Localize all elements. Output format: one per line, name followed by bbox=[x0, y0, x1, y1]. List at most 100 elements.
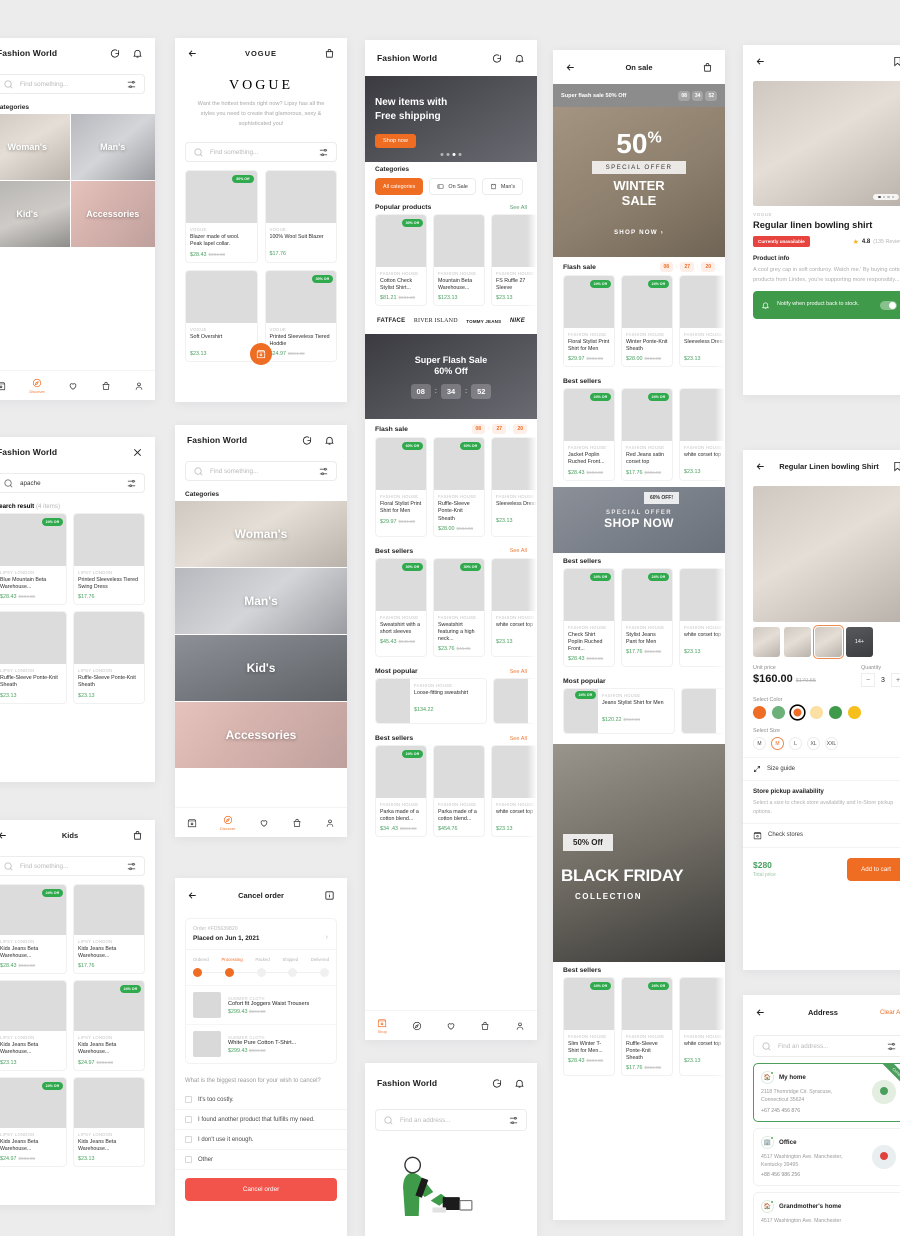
color-swatch[interactable] bbox=[772, 706, 785, 719]
nav-item-bag[interactable] bbox=[101, 381, 111, 391]
product-card[interactable]: 30% Off Fashion House Cotton Check Styli… bbox=[375, 214, 427, 307]
product-card[interactable]: 24% Off Fashion House Slim Winter T- Shi… bbox=[563, 976, 615, 1077]
address-card-current[interactable]: Current 🏠 My home 2118 Thornridge Cir. S… bbox=[753, 1063, 900, 1122]
filter-icon[interactable] bbox=[508, 1115, 519, 1126]
category-tile-kids[interactable]: Kid's bbox=[0, 181, 70, 247]
back-arrow-icon[interactable] bbox=[0, 830, 8, 841]
product-card[interactable]: Lipsy london Printed Sleeveless Tiered S… bbox=[73, 513, 145, 606]
thumbnail-strip[interactable]: 14+ bbox=[743, 622, 900, 662]
filter-icon[interactable] bbox=[886, 1041, 897, 1052]
product-card-wide[interactable]: Fashion House Loose-fitting sweatshirt $… bbox=[375, 678, 487, 725]
product-carousel[interactable]: 24% Off Fashion House Parka made of a co… bbox=[365, 745, 537, 844]
see-all-link[interactable]: See All bbox=[510, 736, 527, 742]
thumbnail[interactable] bbox=[753, 627, 780, 657]
black-friday-banner[interactable]: 50% Off BLACK FRIDAY COLLECTION bbox=[553, 743, 725, 962]
product-hero-image[interactable] bbox=[753, 81, 900, 206]
nav-item-store[interactable] bbox=[0, 381, 6, 391]
product-list-horizontal[interactable]: Fashion House Loose-fitting sweatshirt $… bbox=[365, 678, 537, 731]
increment-button[interactable]: + bbox=[891, 673, 900, 687]
cancel-reason-option[interactable]: I don't use it enough. bbox=[175, 1130, 347, 1150]
product-card[interactable]: 24% Off Fashion House Parka made of a co… bbox=[375, 745, 427, 838]
product-card[interactable]: 30% Off Fashion House Sweatshirt with a … bbox=[375, 557, 427, 658]
product-card[interactable]: 24% Off Fashion House Check Shirt Poplin… bbox=[563, 567, 615, 667]
info-icon[interactable] bbox=[324, 890, 335, 901]
filter-icon[interactable] bbox=[318, 147, 329, 158]
image-dots[interactable] bbox=[873, 193, 899, 200]
category-row-accessories[interactable]: Accessories bbox=[175, 702, 347, 768]
chat-icon[interactable] bbox=[109, 48, 120, 59]
back-arrow-icon[interactable] bbox=[755, 461, 766, 472]
product-card[interactable]: VOGUE Soft Overshirt $23.13 bbox=[185, 269, 258, 362]
product-list-horizontal[interactable]: 24% Off Fashion House Jeans Stylist Shir… bbox=[553, 687, 725, 740]
bell-icon[interactable] bbox=[324, 435, 335, 446]
back-arrow-icon[interactable] bbox=[755, 56, 766, 67]
product-carousel[interactable]: 60% Off Fashion House Floral Stylist Pri… bbox=[365, 437, 537, 543]
bag-icon[interactable] bbox=[132, 830, 143, 841]
search-input[interactable]: Find something... bbox=[0, 856, 145, 876]
product-card[interactable]: VOGUE 100% Wool Suit Blazer $17.76 bbox=[264, 170, 337, 263]
color-swatch[interactable] bbox=[829, 706, 842, 719]
nav-item-wishlist[interactable] bbox=[259, 818, 269, 828]
bookmark-icon[interactable] bbox=[892, 461, 900, 472]
bell-icon[interactable] bbox=[514, 1078, 525, 1089]
filter-icon[interactable] bbox=[318, 466, 329, 477]
mid-promo-banner[interactable]: 60% OFF! SPECIAL OFFER SHOP NOW bbox=[553, 486, 725, 553]
product-carousel[interactable]: 30% Off Fashion House Sweatshirt with a … bbox=[365, 557, 537, 664]
size-options[interactable]: M M L XL XXL bbox=[743, 734, 900, 757]
nav-item-discover[interactable] bbox=[412, 1021, 422, 1031]
bell-icon[interactable] bbox=[132, 48, 143, 59]
product-card[interactable]: 24% Off Lipsy london Kids Jeans Beta War… bbox=[0, 884, 67, 975]
search-input[interactable]: Find something... bbox=[0, 74, 145, 94]
product-card[interactable]: Fashion House Mountain Beta Warehouse...… bbox=[433, 214, 485, 307]
chip-all-categories[interactable]: All categories bbox=[375, 178, 424, 195]
order-summary-row[interactable]: Order #FD5639820 Placed on Jun 1, 2021 › bbox=[186, 919, 336, 950]
product-carousel[interactable]: 24% Off Fashion House Jacket Poplin Ruch… bbox=[553, 388, 725, 487]
product-card[interactable]: Lipsy london Ruffle-Sleeve Ponte-Knit Sh… bbox=[0, 611, 67, 704]
cancel-reason-option[interactable]: Other bbox=[175, 1150, 347, 1170]
cancel-reason-option[interactable]: I found another product that fulfills my… bbox=[175, 1110, 347, 1130]
color-swatch-selected[interactable] bbox=[791, 706, 804, 719]
color-swatch[interactable] bbox=[848, 706, 861, 719]
bag-icon[interactable] bbox=[702, 62, 713, 73]
back-arrow-icon[interactable] bbox=[187, 48, 198, 59]
address-search-input[interactable]: Find an address... bbox=[375, 1109, 527, 1131]
search-input[interactable]: Find something... bbox=[185, 142, 337, 163]
size-option[interactable]: XXL bbox=[825, 737, 838, 750]
add-to-cart-button[interactable]: Add to cart bbox=[847, 857, 900, 881]
checkbox[interactable] bbox=[185, 1116, 192, 1123]
chat-icon[interactable] bbox=[491, 53, 502, 64]
flash-sale-strip[interactable]: Super flash sale 50% Off 08 34 52 bbox=[553, 84, 725, 107]
chat-icon[interactable] bbox=[301, 435, 312, 446]
nav-item-store[interactable] bbox=[187, 818, 197, 828]
close-icon[interactable] bbox=[132, 447, 143, 458]
category-row-womans[interactable]: Woman's bbox=[175, 501, 347, 567]
category-tile-mans[interactable]: Man's bbox=[70, 114, 155, 180]
category-tile-womans[interactable]: Woman's bbox=[0, 114, 70, 180]
chat-icon[interactable] bbox=[491, 1078, 502, 1089]
thumbnail-selected[interactable] bbox=[813, 625, 844, 659]
chip-mans[interactable]: Man's bbox=[481, 178, 524, 195]
filter-icon[interactable] bbox=[126, 861, 137, 872]
cancel-order-button[interactable]: Cancel order bbox=[185, 1178, 337, 1201]
nav-item-profile[interactable] bbox=[134, 381, 144, 391]
product-card[interactable]: 30% Off Fashion House Sweatshirt featuri… bbox=[433, 557, 485, 658]
product-carousel[interactable]: 24% Off Fashion House Slim Winter T- Shi… bbox=[553, 976, 725, 1083]
category-tile-accessories[interactable]: Accessories bbox=[70, 181, 155, 247]
shop-now-button[interactable]: Shop now bbox=[375, 134, 416, 148]
product-card[interactable]: 24% Off Fashion House Floral Stylist Pri… bbox=[563, 275, 615, 368]
product-card[interactable]: 24% Off Fashion House Red Jeans satin co… bbox=[621, 388, 673, 481]
see-all-link[interactable]: See All bbox=[510, 205, 527, 211]
product-card[interactable]: 24% Off Lipsy london Kids Jeans Beta War… bbox=[73, 980, 145, 1071]
order-item[interactable]: Summer Cloth White Pure Cotton T-Shirt..… bbox=[186, 1024, 336, 1063]
chip-on-sale[interactable]: On Sale bbox=[429, 178, 476, 195]
nav-item-discover[interactable]: Discover bbox=[220, 815, 235, 831]
nav-item-discover[interactable]: Discover bbox=[29, 378, 45, 394]
address-card[interactable]: 🏢 Office 4517 Washington Ave. Manchester… bbox=[753, 1127, 900, 1187]
banner-cta[interactable]: SHOP NOW bbox=[614, 229, 658, 236]
cancel-reason-option[interactable]: It's too costly. bbox=[175, 1090, 347, 1110]
size-guide-row[interactable]: Size guide › bbox=[743, 757, 900, 781]
product-card[interactable]: 30% Off VOGUE Printed Sleeveless Tiered … bbox=[264, 269, 337, 362]
bell-icon[interactable] bbox=[514, 53, 525, 64]
promo-cta[interactable]: SHOP NOW bbox=[604, 516, 674, 530]
filter-icon[interactable] bbox=[126, 478, 137, 489]
